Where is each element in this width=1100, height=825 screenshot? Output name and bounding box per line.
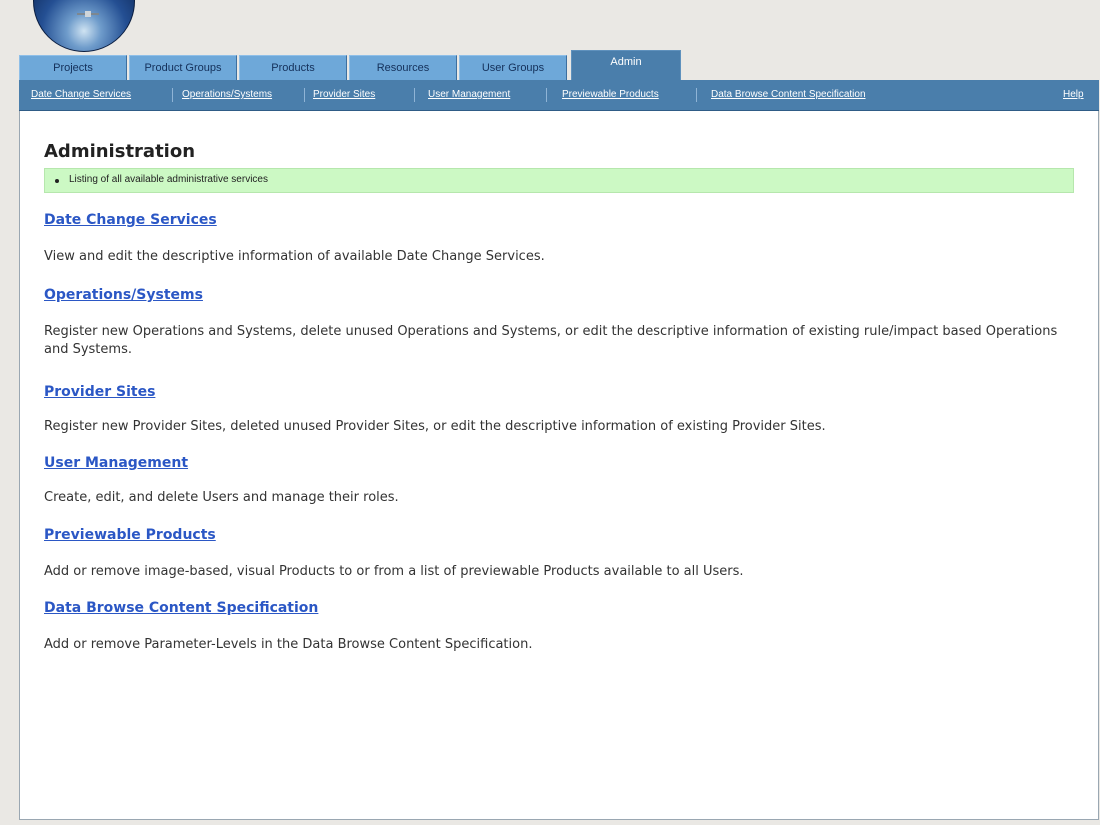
tab-resources[interactable]: Resources [349, 55, 457, 80]
subnav-provider-sites[interactable]: Provider Sites [313, 89, 375, 100]
main-tabs: Projects Product Groups Products Resourc… [19, 50, 1099, 80]
subnav-divider [696, 88, 697, 102]
section-link-data-browse-content-specification[interactable]: Data Browse Content Specification [44, 600, 318, 616]
satellite-icon [77, 11, 99, 17]
section-description: Add or remove Parameter-Levels in the Da… [44, 637, 533, 652]
info-text: Listing of all available administrative … [69, 174, 268, 185]
subnav-previewable-products[interactable]: Previewable Products [562, 89, 659, 100]
section-link-previewable-products[interactable]: Previewable Products [44, 527, 216, 543]
bullet-icon [55, 179, 59, 183]
section-description: View and edit the descriptive informatio… [44, 249, 545, 264]
section-description: Create, edit, and delete Users and manag… [44, 490, 399, 505]
page-title: Administration [44, 141, 196, 162]
section-link-provider-sites[interactable]: Provider Sites [44, 384, 155, 400]
subnav-date-change-services[interactable]: Date Change Services [31, 89, 131, 100]
section-description: Register new Provider Sites, deleted unu… [44, 419, 826, 434]
admin-subnav: Date Change Services Operations/Systems … [19, 80, 1099, 111]
info-box: Listing of all available administrative … [44, 168, 1074, 193]
section-link-date-change-services[interactable]: Date Change Services [44, 212, 217, 228]
subnav-user-management[interactable]: User Management [428, 89, 510, 100]
app-logo [33, 0, 135, 53]
section-link-operations-systems[interactable]: Operations/Systems [44, 287, 203, 303]
subnav-operations-systems[interactable]: Operations/Systems [182, 89, 272, 100]
subnav-divider [172, 88, 173, 102]
tab-product-groups[interactable]: Product Groups [129, 55, 237, 80]
tab-products[interactable]: Products [239, 55, 347, 80]
help-link[interactable]: Help [1063, 89, 1084, 100]
section-description: Add or remove image-based, visual Produc… [44, 564, 744, 579]
subnav-divider [304, 88, 305, 102]
section-description: Register new Operations and Systems, del… [44, 324, 1058, 357]
main-content: Administration Listing of all available … [19, 111, 1099, 820]
section-link-user-management[interactable]: User Management [44, 455, 188, 471]
subnav-divider [414, 88, 415, 102]
tab-projects[interactable]: Projects [19, 55, 127, 80]
subnav-data-browse-content-specification[interactable]: Data Browse Content Specification [711, 89, 866, 100]
tab-user-groups[interactable]: User Groups [459, 55, 567, 80]
subnav-divider [546, 88, 547, 102]
tab-admin[interactable]: Admin [571, 50, 681, 80]
